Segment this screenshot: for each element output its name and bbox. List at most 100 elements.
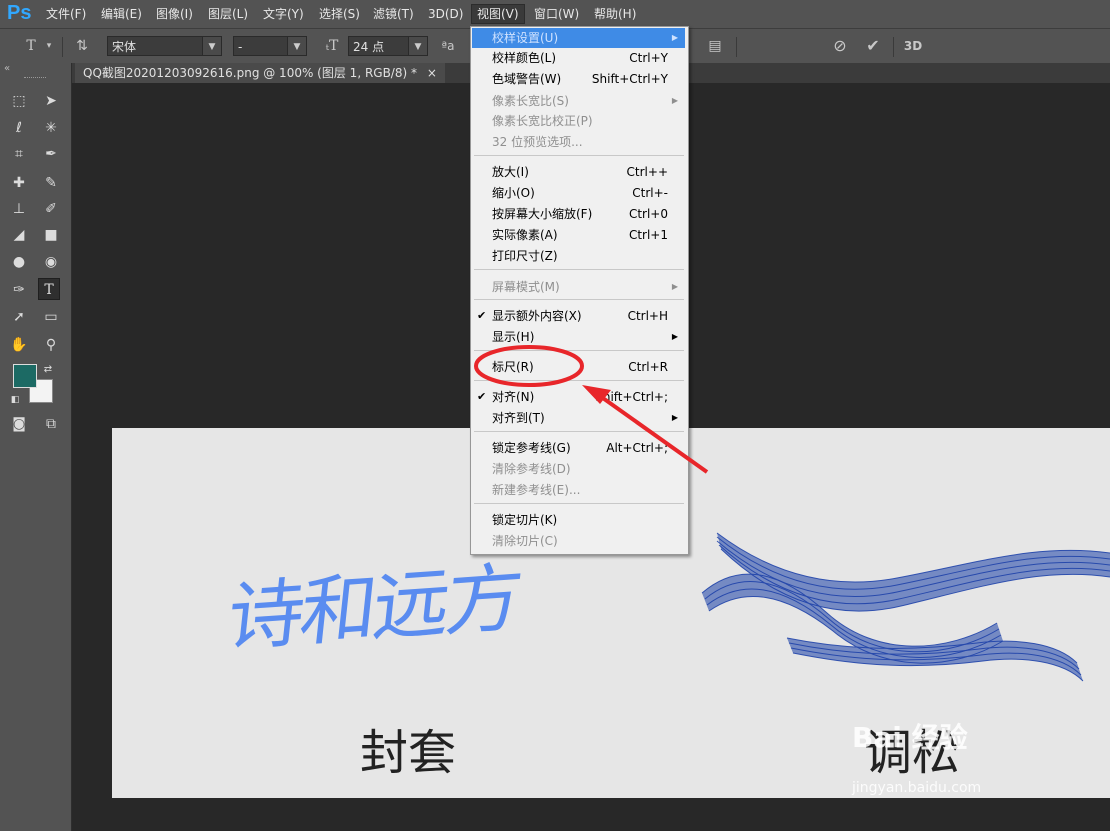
gradient-tool-icon[interactable]: ■ xyxy=(40,224,62,246)
menu-item-screen-mode[interactable]: 屏幕模式(M) ▶ xyxy=(472,277,685,297)
magic-wand-tool-icon[interactable]: ✳ xyxy=(40,117,62,139)
menu-item-32bit-preview[interactable]: 32 位预览选项... xyxy=(472,132,685,152)
menu-item-label: 对齐(N) xyxy=(492,390,535,404)
menu-3d[interactable]: 3D(D) xyxy=(423,5,468,23)
path-selection-tool-icon[interactable]: ➚ xyxy=(8,306,30,328)
menu-item-lock-guides[interactable]: 锁定参考线(G) Alt+Ctrl+; xyxy=(472,438,685,458)
menu-item-gamut-warning[interactable]: 色域警告(W) Shift+Ctrl+Y xyxy=(472,69,685,89)
zoom-tool-icon[interactable]: ⚲ xyxy=(40,334,62,356)
menu-item-label: 像素长宽比校正(P) xyxy=(492,114,593,128)
menu-view[interactable]: 视图(V) xyxy=(471,4,525,24)
menu-item-label: 打印尺寸(Z) xyxy=(492,249,558,263)
crop-tool-icon[interactable]: ⌗ xyxy=(8,143,30,165)
menu-item-proof-setup[interactable]: 校样设置(U) ▶ xyxy=(472,28,685,48)
menu-window[interactable]: 窗口(W) xyxy=(529,5,584,23)
menu-item-show-extras[interactable]: ✔ 显示额外内容(X) Ctrl+H xyxy=(472,306,685,326)
menu-item-show[interactable]: 显示(H) ▶ xyxy=(472,327,685,347)
font-style-select[interactable]: - ▼ xyxy=(233,36,307,56)
text-orientation-icon[interactable]: ⇅ xyxy=(70,36,94,56)
menu-separator xyxy=(474,155,684,156)
screen-mode-icon[interactable]: ⧉ xyxy=(40,413,62,435)
menu-separator xyxy=(474,431,684,432)
menu-item-shortcut: Ctrl+R xyxy=(628,360,668,374)
commit-check-icon[interactable]: ✔ xyxy=(862,36,884,56)
panel-grip[interactable] xyxy=(24,77,46,81)
menu-edit[interactable]: 编辑(E) xyxy=(96,5,147,23)
canvas-title-text: 诗和远方 xyxy=(223,553,524,662)
clone-stamp-tool-icon[interactable]: ⊥ xyxy=(8,198,30,220)
lasso-tool-icon[interactable]: ℓ xyxy=(8,117,30,139)
eraser-tool-icon[interactable]: ◢ xyxy=(8,224,30,246)
chevron-down-icon: ▼ xyxy=(202,37,221,55)
menu-separator xyxy=(474,350,684,351)
menu-item-label: 新建参考线(E)... xyxy=(492,483,581,497)
tools-panel: « ⬚ ➤ ℓ ✳ ⌗ ✒ ✚ ✎ ⊥ ✐ ◢ ■ ● ◉ ✑ T ➚ ▭ ✋ … xyxy=(0,63,72,831)
font-size-select[interactable]: 24 点 ▼ xyxy=(348,36,428,56)
menu-item-proof-colors[interactable]: 校样颜色(L) Ctrl+Y xyxy=(472,48,685,68)
menu-layer[interactable]: 图层(L) xyxy=(203,5,253,23)
pen-tool-icon[interactable]: ✑ xyxy=(8,279,30,301)
swap-colors-icon[interactable]: ⇄ xyxy=(40,359,56,381)
menu-item-new-guide[interactable]: 新建参考线(E)... xyxy=(472,480,685,500)
menu-item-fit-on-screen[interactable]: 按屏幕大小缩放(F) Ctrl+0 xyxy=(472,204,685,224)
menu-item-print-size[interactable]: 打印尺寸(Z) xyxy=(472,246,685,266)
menu-item-snap[interactable]: ✔ 对齐(N) Shift+Ctrl+; xyxy=(472,387,685,407)
collapse-chevron-icon[interactable]: « xyxy=(4,63,10,74)
rectangle-tool-icon[interactable]: ▭ xyxy=(40,306,62,328)
menu-separator xyxy=(474,299,684,300)
character-panel-icon[interactable]: ▤ xyxy=(704,36,726,56)
3d-icon[interactable]: 3D xyxy=(902,36,924,56)
close-icon[interactable]: × xyxy=(427,66,437,80)
menu-image[interactable]: 图像(I) xyxy=(151,5,198,23)
menu-item-label: 标尺(R) xyxy=(492,360,534,374)
menu-file[interactable]: 文件(F) xyxy=(41,5,91,23)
brush-tool-icon[interactable]: ✎ xyxy=(40,172,62,194)
menu-item-label: 显示(H) xyxy=(492,330,535,344)
marquee-tool-icon[interactable]: ⬚ xyxy=(8,90,30,112)
foreground-color-swatch[interactable] xyxy=(13,364,37,388)
menu-item-zoom-out[interactable]: 缩小(O) Ctrl+- xyxy=(472,183,685,203)
dodge-tool-icon[interactable]: ◉ xyxy=(40,251,62,273)
canvas-label-left: 封套 xyxy=(360,725,457,781)
submenu-arrow-icon: ▶ xyxy=(671,282,678,291)
healing-brush-tool-icon[interactable]: ✚ xyxy=(8,172,30,194)
menu-bar: Ps 文件(F) 编辑(E) 图像(I) 图层(L) 文字(Y) 选择(S) 滤… xyxy=(0,0,1110,28)
menu-item-actual-pixels[interactable]: 实际像素(A) Ctrl+1 xyxy=(472,225,685,245)
menu-help[interactable]: 帮助(H) xyxy=(589,5,641,23)
antialias-icon[interactable]: ªa xyxy=(436,36,460,56)
menu-item-label: 屏幕模式(M) xyxy=(492,280,560,294)
hand-tool-icon[interactable]: ✋ xyxy=(8,334,30,356)
type-tool-preset-icon[interactable]: T xyxy=(18,36,44,56)
font-family-value: 宋体 xyxy=(112,40,137,54)
menu-item-clear-slices[interactable]: 清除切片(C) xyxy=(472,531,685,551)
menu-item-pixel-aspect-correction[interactable]: 像素长宽比校正(P) xyxy=(472,111,685,131)
menu-item-zoom-in[interactable]: 放大(I) Ctrl++ xyxy=(472,162,685,182)
menu-type[interactable]: 文字(Y) xyxy=(258,5,309,23)
menu-item-pixel-aspect-ratio[interactable]: 像素长宽比(S) ▶ xyxy=(472,91,685,111)
font-family-select[interactable]: 宋体 ▼ xyxy=(107,36,222,56)
menu-item-lock-slices[interactable]: 锁定切片(K) xyxy=(472,510,685,530)
history-brush-tool-icon[interactable]: ✐ xyxy=(40,198,62,220)
menu-item-shortcut: Ctrl++ xyxy=(626,165,668,179)
menu-item-rulers[interactable]: 标尺(R) Ctrl+R xyxy=(472,357,685,377)
document-tab[interactable]: QQ截图20201203092616.png @ 100% (图层 1, RGB… xyxy=(75,63,445,83)
menu-item-shortcut: Ctrl+H xyxy=(627,309,668,323)
preset-chevron-icon[interactable]: ▾ xyxy=(44,36,54,56)
menu-separator xyxy=(474,269,684,270)
cancel-icon[interactable]: ⊘ xyxy=(829,36,851,56)
type-tool-icon[interactable]: T xyxy=(38,278,60,300)
default-colors-icon[interactable]: ◧ xyxy=(8,389,22,411)
submenu-arrow-icon: ▶ xyxy=(671,332,678,341)
menu-item-clear-guides[interactable]: 清除参考线(D) xyxy=(472,459,685,479)
menu-select[interactable]: 选择(S) xyxy=(314,5,365,23)
menu-filter[interactable]: 滤镜(T) xyxy=(368,5,419,23)
menu-item-label: 32 位预览选项... xyxy=(492,135,583,149)
quick-mask-icon[interactable]: ◙ xyxy=(8,413,30,435)
eyedropper-tool-icon[interactable]: ✒ xyxy=(40,143,62,165)
move-tool-icon[interactable]: ➤ xyxy=(40,90,62,112)
menu-item-label: 放大(I) xyxy=(492,165,529,179)
menu-item-snap-to[interactable]: 对齐到(T) ▶ xyxy=(472,408,685,428)
menu-item-label: 像素长宽比(S) xyxy=(492,94,569,108)
blur-tool-icon[interactable]: ● xyxy=(8,251,30,273)
font-size-value: 24 点 xyxy=(353,40,385,54)
